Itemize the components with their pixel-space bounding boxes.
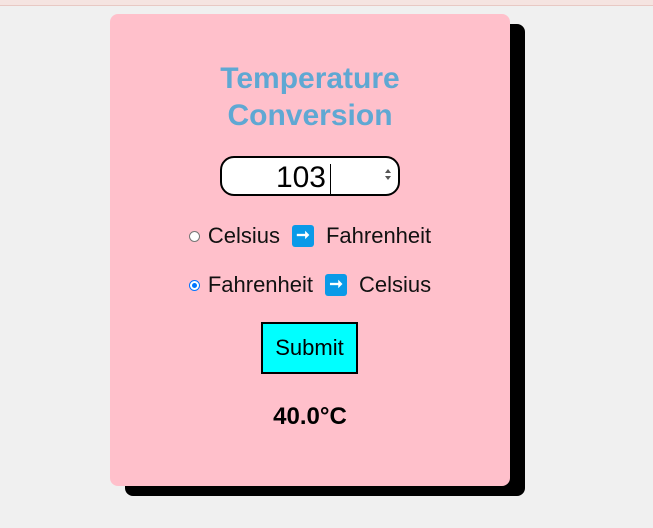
text-caret xyxy=(330,164,331,194)
option-from-label: Celsius xyxy=(207,223,280,248)
right-arrow-icon: ➞ xyxy=(325,274,348,296)
radio-celsius-to-fahrenheit[interactable] xyxy=(188,230,200,242)
submit-button[interactable]: Submit xyxy=(261,322,358,374)
page-title: Temperature Conversion xyxy=(220,62,400,132)
option-fahrenheit-to-celsius[interactable]: Fahrenheit ➞ Celsius xyxy=(110,272,510,298)
option-celsius-to-fahrenheit[interactable]: Celsius ➞ Fahrenheit xyxy=(110,223,510,249)
radio-fahrenheit-to-celsius[interactable] xyxy=(188,279,200,291)
spin-down-icon[interactable] xyxy=(385,176,391,180)
right-arrow-icon: ➞ xyxy=(291,225,314,247)
temperature-value: 103 xyxy=(275,161,326,194)
conversion-result: 40.0°C xyxy=(273,403,347,430)
number-spinner[interactable] xyxy=(383,166,393,188)
option-from-label: Fahrenheit xyxy=(207,272,314,297)
top-strip xyxy=(0,0,653,6)
converter-card: Temperature Conversion 103 Celsius ➞ Fah… xyxy=(110,14,510,486)
option-to-label: Celsius xyxy=(359,272,432,297)
option-to-label: Fahrenheit xyxy=(325,223,432,248)
temperature-input[interactable]: 103 xyxy=(220,156,400,196)
spin-up-icon[interactable] xyxy=(385,169,391,173)
